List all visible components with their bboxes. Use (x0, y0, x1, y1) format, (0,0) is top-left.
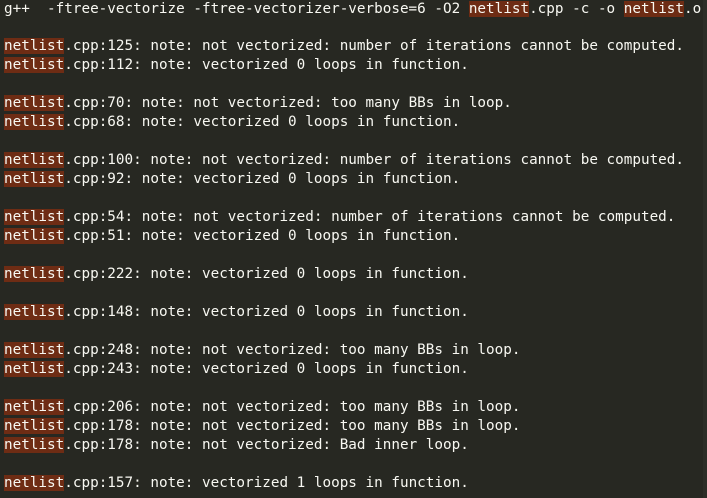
output-line-text: .cpp:222: note: vectorized 0 loops in fu… (64, 266, 469, 282)
search-match: netlist (4, 38, 65, 54)
command-middle: .cpp -c -o (529, 1, 624, 17)
output-line: netlist.cpp:222: note: vectorized 0 loop… (4, 265, 469, 284)
output-line-text: .cpp:248: note: not vectorized: too many… (64, 342, 521, 358)
output-line-text: .cpp:100: note: not vectorized: number o… (64, 152, 685, 168)
output-line-text: .cpp:178: note: not vectorized: too many… (64, 418, 521, 434)
output-line: netlist.cpp:243: note: vectorized 0 loop… (4, 360, 469, 379)
output-line-text: .cpp:112: note: vectorized 0 loops in fu… (64, 57, 469, 73)
output-line-text: .cpp:68: note: vectorized 0 loops in fun… (64, 114, 461, 130)
output-line: netlist.cpp:125: note: not vectorized: n… (4, 37, 684, 56)
search-match: netlist (4, 399, 65, 415)
output-line-text: .cpp:206: note: not vectorized: too many… (64, 399, 521, 415)
output-line: netlist.cpp:54: note: not vectorized: nu… (4, 208, 675, 227)
output-line: netlist.cpp:68: note: vectorized 0 loops… (4, 113, 460, 132)
output-line-text: .cpp:92: note: vectorized 0 loops in fun… (64, 171, 461, 187)
output-line: netlist.cpp:178: note: not vectorized: B… (4, 436, 469, 455)
search-match: netlist (4, 228, 65, 244)
output-line-text: .cpp:243: note: vectorized 0 loops in fu… (64, 361, 469, 377)
search-match: netlist (4, 57, 65, 73)
output-line-text: .cpp:148: note: vectorized 0 loops in fu… (64, 304, 469, 320)
search-match: netlist (4, 361, 65, 377)
output-line: netlist.cpp:206: note: not vectorized: t… (4, 398, 520, 417)
output-line: netlist.cpp:248: note: not vectorized: t… (4, 341, 520, 360)
command-prefix: g++ -ftree-vectorize -ftree-vectorizer-v… (4, 1, 469, 17)
search-match: netlist (4, 266, 65, 282)
output-line-text: .cpp:125: note: not vectorized: number o… (64, 38, 685, 54)
output-line: netlist.cpp:178: note: not vectorized: t… (4, 417, 520, 436)
output-line: netlist.cpp:157: note: vectorized 1 loop… (4, 474, 469, 493)
search-match: netlist (4, 95, 65, 111)
output-line-text: .cpp:51: note: vectorized 0 loops in fun… (64, 228, 461, 244)
output-line: netlist.cpp:112: note: vectorized 0 loop… (4, 56, 469, 75)
search-match: netlist (4, 152, 65, 168)
search-match: netlist (468, 1, 530, 17)
output-line: netlist.cpp:51: note: vectorized 0 loops… (4, 227, 460, 246)
output-line-text: .cpp:54: note: not vectorized: number of… (64, 209, 676, 225)
search-match: netlist (4, 171, 65, 187)
search-match: netlist (4, 475, 65, 491)
search-match: netlist (4, 209, 65, 225)
search-match: netlist (623, 1, 685, 17)
scrollbar[interactable] (703, 0, 707, 498)
output-line: netlist.cpp:148: note: vectorized 0 loop… (4, 303, 469, 322)
command-suffix: .o (684, 1, 702, 17)
output-line: netlist.cpp:92: note: vectorized 0 loops… (4, 170, 460, 189)
search-match: netlist (4, 114, 65, 130)
search-match: netlist (4, 437, 65, 453)
output-line-text: .cpp:70: note: not vectorized: too many … (64, 95, 512, 111)
search-match: netlist (4, 418, 65, 434)
search-match: netlist (4, 304, 65, 320)
output-line-text: .cpp:178: note: not vectorized: Bad inne… (64, 437, 469, 453)
command-line: g++ -ftree-vectorize -ftree-vectorizer-v… (4, 0, 701, 19)
output-line: netlist.cpp:100: note: not vectorized: n… (4, 151, 684, 170)
search-match: netlist (4, 342, 65, 358)
terminal-output[interactable]: g++ -ftree-vectorize -ftree-vectorizer-v… (0, 0, 707, 498)
output-line: netlist.cpp:70: note: not vectorized: to… (4, 94, 512, 113)
output-line-text: .cpp:157: note: vectorized 1 loops in fu… (64, 475, 469, 491)
